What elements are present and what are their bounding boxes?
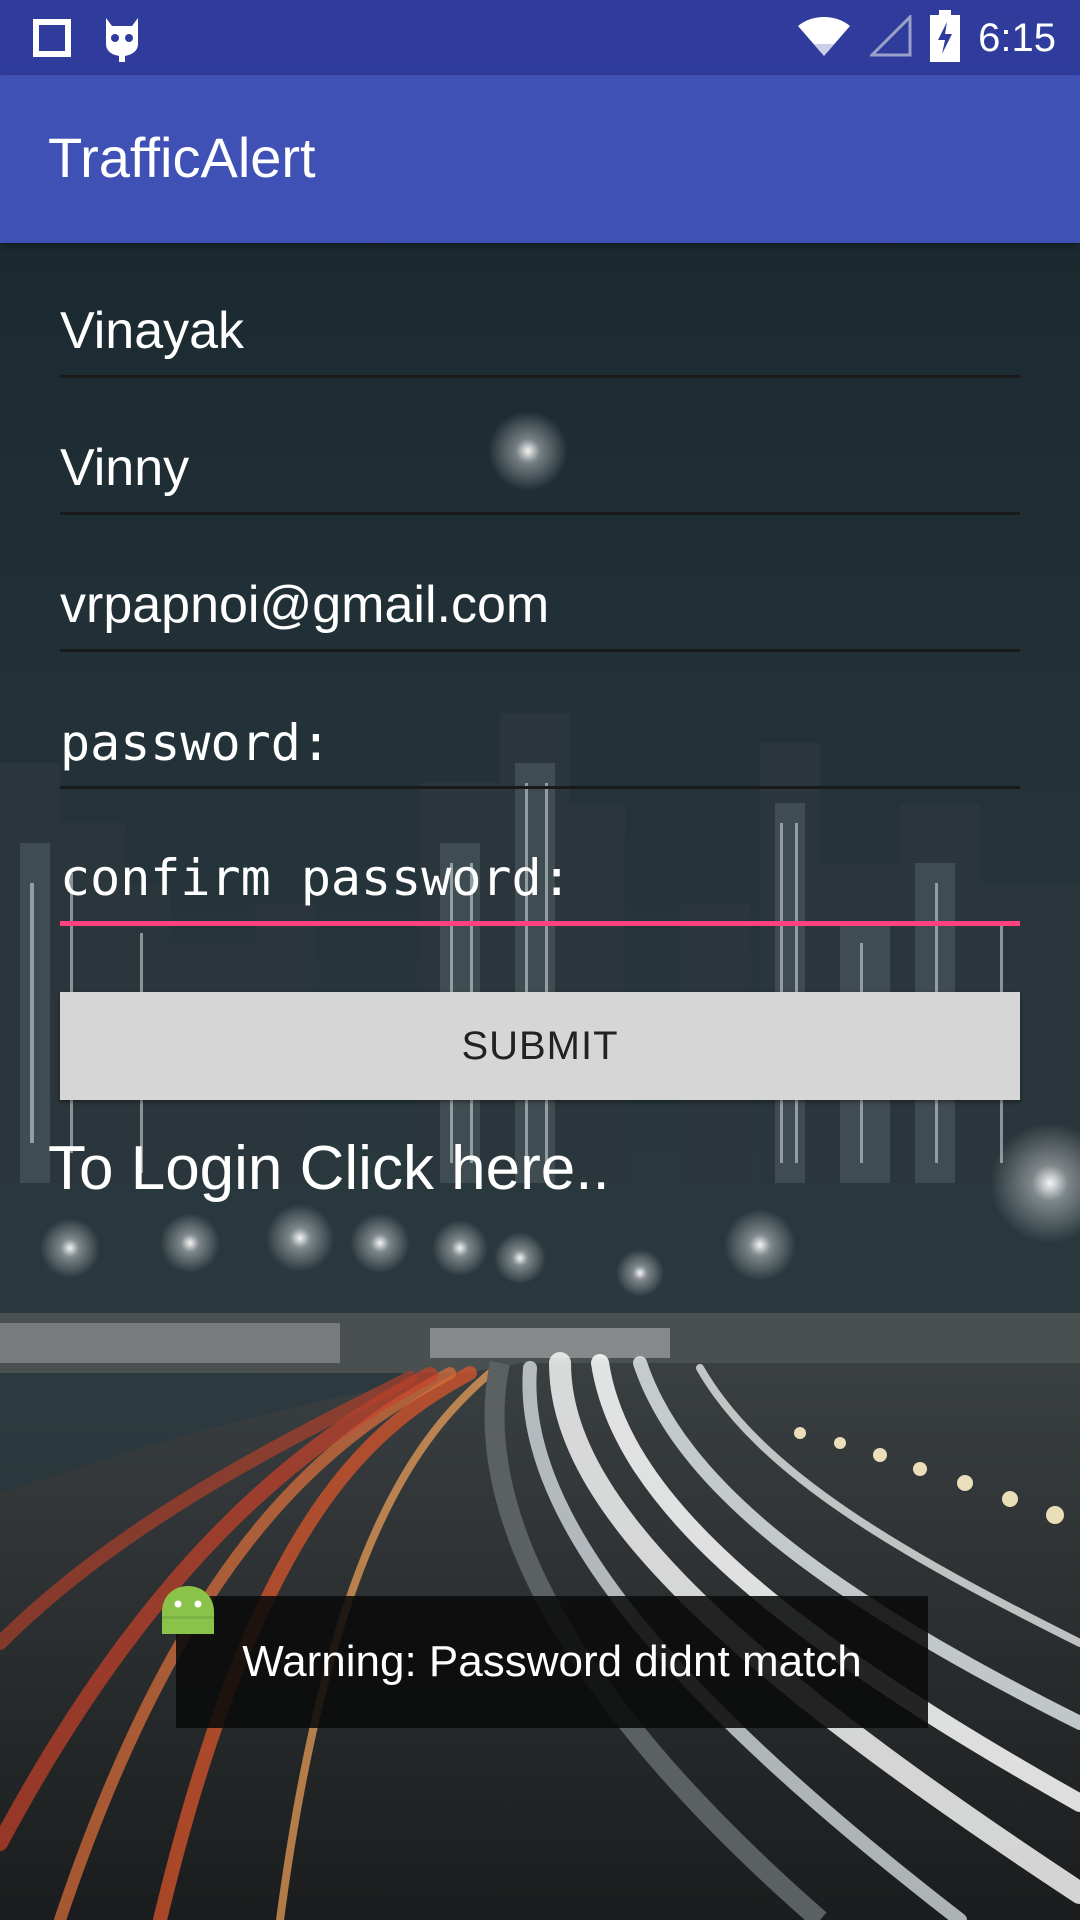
login-link[interactable]: To Login Click here.. [48,1133,610,1204]
wifi-icon [796,14,852,63]
first-name-field[interactable]: Vinayak [60,288,1020,378]
app-bar: TrafficAlert [0,75,1080,243]
first-name-value: Vinayak [60,302,245,360]
password-placeholder: password: [60,714,331,772]
confirm-password-field[interactable]: confirm password: [60,836,1020,926]
status-right-icons: 6:15 [796,10,1056,67]
password-field[interactable]: password: [60,699,1020,789]
cyanogen-icon [100,14,144,67]
toast-box: Warning: Password didnt match [176,1596,928,1728]
toast: Warning: Password didnt match [158,1582,928,1728]
android-icon [158,1582,218,1638]
battery-charging-icon [930,10,961,67]
app-title: TrafficAlert [48,126,316,189]
signal-icon [868,13,912,62]
toast-message: Warning: Password didnt match [242,1637,862,1686]
status-time: 6:15 [978,16,1056,60]
status-left-icons [32,14,144,67]
email-value: vrpapnoi@gmail.com [60,576,550,634]
last-name-field[interactable]: Vinny [60,425,1020,515]
email-field[interactable]: vrpapnoi@gmail.com [60,562,1020,652]
last-name-value: Vinny [60,439,190,497]
submit-button[interactable]: SUBMIT [60,992,1020,1100]
status-bar: 6:15 [0,0,1080,75]
square-icon [32,18,72,63]
confirm-password-placeholder: confirm password: [60,849,572,907]
